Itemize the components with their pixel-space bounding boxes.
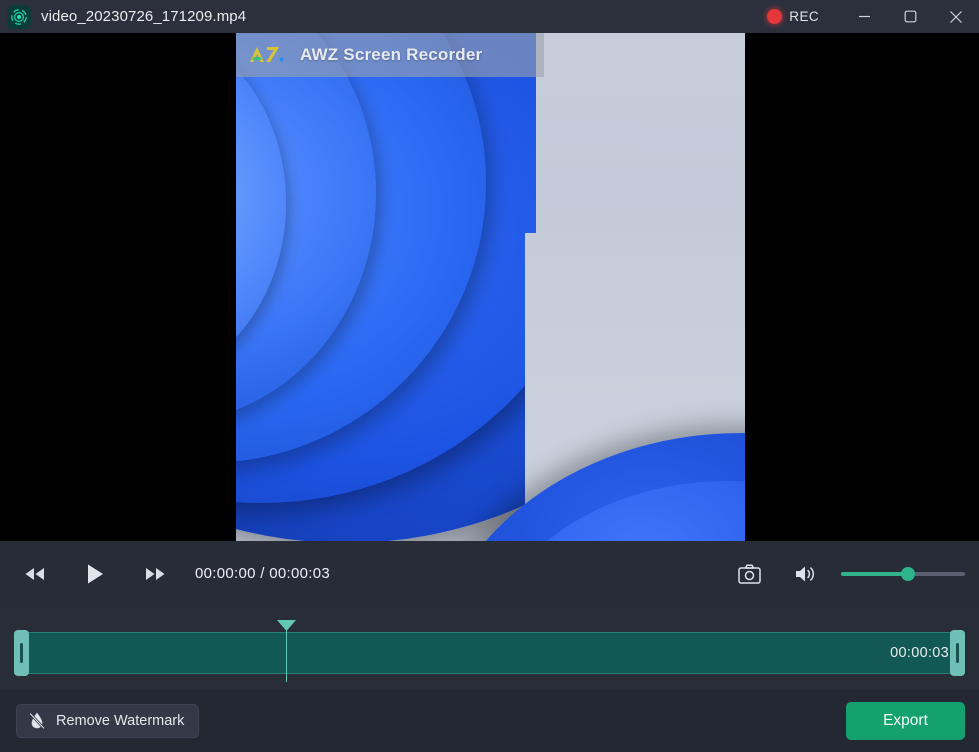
remove-watermark-label: Remove Watermark bbox=[56, 713, 184, 729]
maximize-icon bbox=[904, 10, 917, 23]
trim-grip bbox=[20, 643, 23, 663]
playhead-marker-icon bbox=[277, 620, 296, 631]
remove-watermark-button[interactable]: Remove Watermark bbox=[16, 704, 199, 738]
play-button[interactable] bbox=[75, 554, 115, 594]
volume-fill bbox=[841, 572, 908, 576]
camera-icon bbox=[738, 564, 761, 584]
recording-status-badge: REC bbox=[767, 9, 819, 24]
trim-grip bbox=[956, 643, 959, 663]
title-bar: video_20230726_171209.mp4 REC bbox=[0, 0, 979, 33]
minimize-icon bbox=[858, 10, 871, 23]
record-target-icon bbox=[10, 8, 28, 26]
trim-end-handle[interactable] bbox=[950, 630, 965, 676]
watermark-off-icon bbox=[27, 711, 47, 731]
playback-controls-bar: 00:00:00 / 00:00:03 bbox=[0, 541, 979, 606]
close-button[interactable] bbox=[933, 0, 979, 33]
video-stage: AWZ Screen Recorder bbox=[0, 33, 979, 541]
bottom-action-bar: Remove Watermark Export bbox=[0, 690, 979, 752]
rewind-button[interactable] bbox=[15, 554, 55, 594]
play-icon bbox=[85, 563, 105, 585]
clip-duration-label: 00:00:03 bbox=[890, 645, 949, 661]
timeline-playhead[interactable] bbox=[286, 620, 287, 682]
awz-logo-icon bbox=[248, 44, 290, 66]
timeline-clip[interactable]: 00:00:03 bbox=[14, 632, 965, 674]
close-icon bbox=[949, 10, 963, 24]
watermark-text: AWZ Screen Recorder bbox=[300, 45, 482, 65]
rec-label: REC bbox=[789, 9, 819, 24]
video-watermark: AWZ Screen Recorder bbox=[236, 33, 544, 77]
timeline-panel[interactable]: 00:00:03 bbox=[0, 606, 979, 690]
volume-slider[interactable] bbox=[841, 566, 965, 582]
volume-icon bbox=[794, 564, 816, 584]
export-button[interactable]: Export bbox=[846, 702, 965, 740]
maximize-button[interactable] bbox=[887, 0, 933, 33]
fast-forward-button[interactable] bbox=[135, 554, 175, 594]
rewind-icon bbox=[24, 566, 46, 582]
title-bar-controls: REC bbox=[767, 0, 979, 33]
snapshot-button[interactable] bbox=[729, 554, 769, 594]
volume-button[interactable] bbox=[785, 554, 825, 594]
trim-start-handle[interactable] bbox=[14, 630, 29, 676]
record-dot-icon bbox=[767, 9, 782, 24]
timecode-display: 00:00:00 / 00:00:03 bbox=[195, 565, 330, 582]
fast-forward-icon bbox=[144, 566, 166, 582]
app-icon bbox=[7, 5, 31, 29]
playback-right-controls bbox=[729, 541, 965, 606]
window-title: video_20230726_171209.mp4 bbox=[41, 8, 246, 25]
volume-knob[interactable] bbox=[901, 567, 915, 581]
awz-screen-recorder-window: video_20230726_171209.mp4 REC bbox=[0, 0, 979, 752]
minimize-button[interactable] bbox=[841, 0, 887, 33]
video-preview[interactable]: AWZ Screen Recorder bbox=[236, 33, 745, 541]
